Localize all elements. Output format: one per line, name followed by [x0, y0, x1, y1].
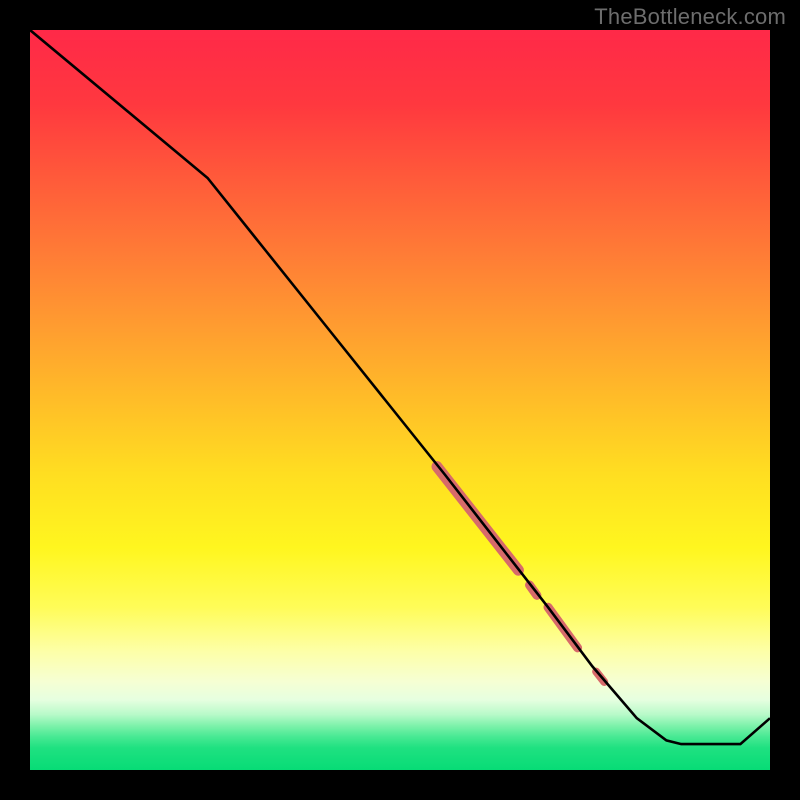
plot-area	[30, 30, 770, 770]
chart-container: TheBottleneck.com	[0, 0, 800, 800]
bottleneck-chart	[30, 30, 770, 770]
chart-background-gradient	[30, 30, 770, 770]
watermark-text: TheBottleneck.com	[594, 4, 786, 30]
